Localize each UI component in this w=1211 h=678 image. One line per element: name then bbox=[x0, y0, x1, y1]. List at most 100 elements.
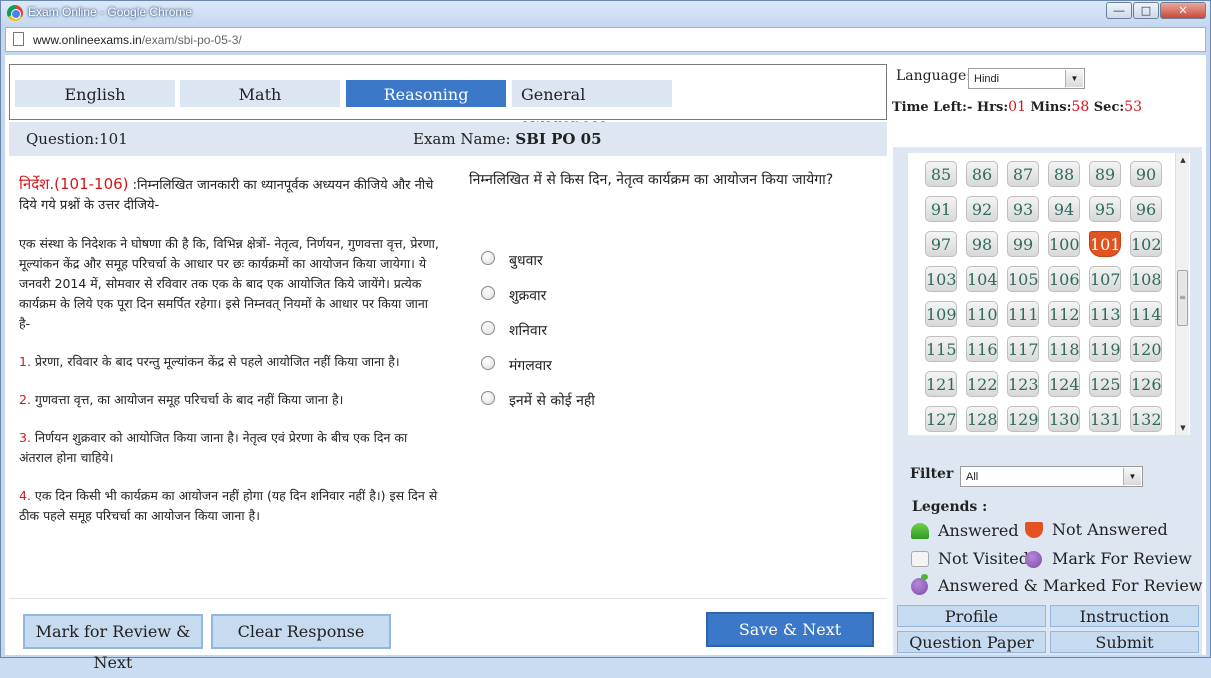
question-99-button[interactable]: 99 bbox=[1007, 231, 1039, 257]
question-112-button[interactable]: 112 bbox=[1048, 301, 1080, 327]
address-bar[interactable]: www.onlineexams.in/exam/sbi-po-05-3/ bbox=[5, 27, 1206, 52]
question-95-button[interactable]: 95 bbox=[1089, 196, 1121, 222]
rule-text: प्रेरणा, रविवार के बाद परन्तु मूल्यांकन … bbox=[30, 354, 400, 369]
radio-button[interactable] bbox=[481, 391, 495, 405]
close-button[interactable]: ✕ bbox=[1160, 2, 1206, 19]
option-label[interactable]: शनिवार bbox=[509, 321, 547, 340]
profile-button[interactable]: Profile bbox=[897, 605, 1046, 627]
question-132-button[interactable]: 132 bbox=[1130, 406, 1162, 432]
question-114-button[interactable]: 114 bbox=[1130, 301, 1162, 327]
question-120-button[interactable]: 120 bbox=[1130, 336, 1162, 362]
question-palette[interactable]: 7980818283848586878889909192939495969798… bbox=[908, 153, 1190, 435]
language-label: Language: bbox=[896, 68, 971, 84]
question-86-button[interactable]: 86 bbox=[966, 161, 998, 187]
question-121-button[interactable]: 121 bbox=[925, 371, 957, 397]
exam-name-label: Exam Name: bbox=[413, 130, 511, 148]
question-129-button[interactable]: 129 bbox=[1007, 406, 1039, 432]
answered-icon bbox=[911, 523, 929, 539]
palette-scrollbar[interactable]: ▲ ≡ ▼ bbox=[1175, 153, 1189, 435]
question-91-button[interactable]: 91 bbox=[925, 196, 957, 222]
tab-english[interactable]: English bbox=[15, 80, 175, 107]
question-116-button[interactable]: 116 bbox=[966, 336, 998, 362]
question-113-button[interactable]: 113 bbox=[1089, 301, 1121, 327]
filter-select[interactable]: All ▼ bbox=[960, 466, 1143, 487]
question-122-button[interactable]: 122 bbox=[966, 371, 998, 397]
question-98-button[interactable]: 98 bbox=[966, 231, 998, 257]
question-105-button[interactable]: 105 bbox=[1007, 266, 1039, 292]
filter-label: Filter bbox=[910, 466, 954, 482]
question-131-button[interactable]: 131 bbox=[1089, 406, 1121, 432]
question-106-button[interactable]: 106 bbox=[1048, 266, 1080, 292]
question-123-button[interactable]: 123 bbox=[1007, 371, 1039, 397]
question-panel: English Math Reasoning General awareness… bbox=[9, 64, 887, 672]
question-102-button[interactable]: 102 bbox=[1130, 231, 1162, 257]
question-115-button[interactable]: 115 bbox=[925, 336, 957, 362]
question-101-button[interactable]: 101 bbox=[1089, 231, 1121, 257]
save-next-button[interactable]: Save & Next bbox=[706, 612, 874, 647]
question-130-button[interactable]: 130 bbox=[1048, 406, 1080, 432]
radio-button[interactable] bbox=[481, 356, 495, 370]
question-127-button[interactable]: 127 bbox=[925, 406, 957, 432]
radio-button[interactable] bbox=[481, 321, 495, 335]
chevron-down-icon[interactable]: ▼ bbox=[1065, 70, 1083, 87]
option-label[interactable]: इनमें से कोई नही bbox=[509, 391, 595, 410]
url-text[interactable]: www.onlineexams.in/exam/sbi-po-05-3/ bbox=[33, 33, 242, 47]
question-109-button[interactable]: 109 bbox=[925, 301, 957, 327]
question-87-button[interactable]: 87 bbox=[1007, 161, 1039, 187]
question-118-button[interactable]: 118 bbox=[1048, 336, 1080, 362]
question-97-button[interactable]: 97 bbox=[925, 231, 957, 257]
legend-label: Not Answered bbox=[1052, 520, 1168, 539]
question-90-button[interactable]: 90 bbox=[1130, 161, 1162, 187]
chevron-down-icon[interactable]: ▼ bbox=[1123, 468, 1141, 485]
question-104-button[interactable]: 104 bbox=[966, 266, 998, 292]
question-96-button[interactable]: 96 bbox=[1130, 196, 1162, 222]
scroll-thumb[interactable]: ≡ bbox=[1177, 270, 1188, 326]
restore-button[interactable]: □ bbox=[1133, 2, 1159, 19]
question-128-button[interactable]: 128 bbox=[966, 406, 998, 432]
question-119-button[interactable]: 119 bbox=[1089, 336, 1121, 362]
question-103-button[interactable]: 103 bbox=[925, 266, 957, 292]
question-107-button[interactable]: 107 bbox=[1089, 266, 1121, 292]
option-label[interactable]: बुधवार bbox=[509, 251, 543, 270]
legend-label: Not Visited bbox=[938, 549, 1030, 568]
tab-reasoning[interactable]: Reasoning bbox=[346, 80, 506, 107]
radio-button[interactable] bbox=[481, 286, 495, 300]
question-paper-button[interactable]: Question Paper bbox=[897, 631, 1046, 653]
question-108-button[interactable]: 108 bbox=[1130, 266, 1162, 292]
question-124-button[interactable]: 124 bbox=[1048, 371, 1080, 397]
passage: निर्देश.(101-106) :निम्नलिखित जानकारी का… bbox=[19, 174, 441, 544]
exam-name-value: SBI PO 05 bbox=[515, 130, 602, 148]
tab-general-awareness[interactable]: General awareness bbox=[512, 80, 672, 134]
clear-response-button[interactable]: Clear Response bbox=[211, 614, 391, 649]
question-85-button[interactable]: 85 bbox=[925, 161, 957, 187]
question-92-button[interactable]: 92 bbox=[966, 196, 998, 222]
rule-text: गुणवत्ता वृत्त, का आयोजन समूह परिचर्चा क… bbox=[30, 392, 344, 407]
minimize-button[interactable]: ― bbox=[1106, 2, 1132, 19]
question-93-button[interactable]: 93 bbox=[1007, 196, 1039, 222]
passage-intro: एक संस्था के निदेशक ने घोषणा की है कि, व… bbox=[19, 236, 439, 331]
scroll-down-arrow-icon[interactable]: ▼ bbox=[1176, 421, 1190, 435]
page-viewport: English Math Reasoning General awareness… bbox=[5, 55, 1206, 672]
submit-button[interactable]: Submit bbox=[1050, 631, 1199, 653]
radio-button[interactable] bbox=[481, 251, 495, 265]
question-111-button[interactable]: 111 bbox=[1007, 301, 1039, 327]
window-controls: ― □ ✕ bbox=[1105, 2, 1206, 19]
option-label[interactable]: मंगलवार bbox=[509, 356, 552, 375]
mark-review-next-button[interactable]: Mark for Review & Next bbox=[23, 614, 203, 672]
scroll-up-arrow-icon[interactable]: ▲ bbox=[1176, 153, 1190, 167]
filter-value: All bbox=[966, 471, 979, 483]
question-117-button[interactable]: 117 bbox=[1007, 336, 1039, 362]
question-88-button[interactable]: 88 bbox=[1048, 161, 1080, 187]
question-text: निम्नलिखित में से किस दिन, नेतृत्व कार्य… bbox=[469, 172, 834, 188]
language-select[interactable]: Hindi ▼ bbox=[968, 68, 1085, 89]
question-126-button[interactable]: 126 bbox=[1130, 371, 1162, 397]
question-125-button[interactable]: 125 bbox=[1089, 371, 1121, 397]
question-94-button[interactable]: 94 bbox=[1048, 196, 1080, 222]
question-89-button[interactable]: 89 bbox=[1089, 161, 1121, 187]
tab-math[interactable]: Math bbox=[180, 80, 340, 107]
rule-2: 2. गुणवत्ता वृत्त, का आयोजन समूह परिचर्च… bbox=[19, 390, 441, 410]
question-110-button[interactable]: 110 bbox=[966, 301, 998, 327]
option-label[interactable]: शुक्रवार bbox=[509, 286, 546, 305]
question-100-button[interactable]: 100 bbox=[1048, 231, 1080, 257]
instruction-button[interactable]: Instruction bbox=[1050, 605, 1199, 627]
